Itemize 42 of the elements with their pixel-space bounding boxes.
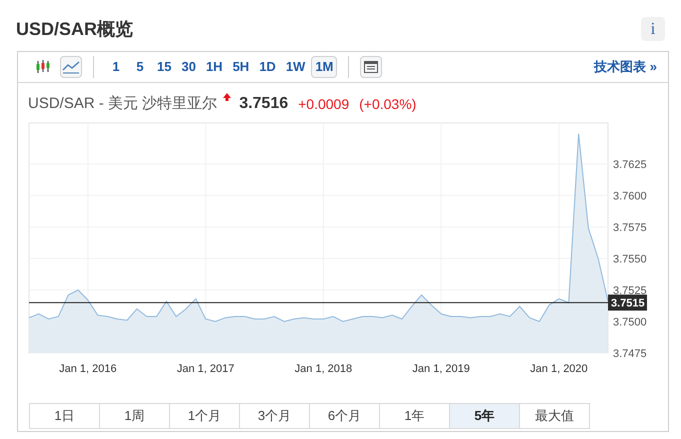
interval-button[interactable]: 5H bbox=[228, 56, 254, 78]
y-axis-label: 3.7550 bbox=[613, 253, 647, 266]
interval-button[interactable]: 1 bbox=[105, 56, 127, 78]
x-axis-label: Jan 1, 2018 bbox=[294, 363, 352, 375]
range-tab[interactable]: 1个月 bbox=[169, 403, 240, 429]
x-axis-label: Jan 1, 2017 bbox=[176, 363, 234, 375]
page-title: USD/SAR概览 bbox=[16, 18, 134, 40]
interval-button[interactable]: 15 bbox=[153, 56, 176, 78]
y-axis-label: 3.7575 bbox=[613, 222, 647, 234]
interval-button[interactable]: 1H bbox=[202, 56, 227, 78]
pair-name: USD/SAR - 美元 沙特里亚尔 bbox=[28, 94, 218, 114]
ref-line-label: 3.7515 bbox=[611, 298, 645, 310]
x-axis-label: Jan 1, 2016 bbox=[59, 363, 117, 375]
table-view-button[interactable] bbox=[360, 56, 382, 78]
range-tab[interactable]: 1周 bbox=[99, 403, 170, 429]
y-axis-label: 3.7625 bbox=[613, 158, 647, 171]
interval-button[interactable]: 30 bbox=[177, 56, 200, 78]
x-axis-label: Jan 1, 2020 bbox=[530, 363, 588, 375]
interval-button[interactable]: 1M bbox=[311, 56, 338, 78]
technical-chart-link[interactable]: 技术图表 » bbox=[594, 57, 657, 77]
table-icon bbox=[364, 61, 378, 73]
current-price-badge: 3.7515 bbox=[608, 294, 647, 311]
y-axis-label: 3.7500 bbox=[613, 316, 647, 328]
range-tab[interactable]: 1日 bbox=[29, 403, 100, 429]
y-axis-label: 3.7475 bbox=[613, 348, 647, 360]
interval-button[interactable]: 1W bbox=[282, 56, 310, 78]
y-axis-label: 3.7525 bbox=[613, 284, 647, 297]
line-chart-icon bbox=[62, 60, 80, 74]
range-tab[interactable]: 6个月 bbox=[309, 403, 380, 429]
range-tab[interactable]: 5年 bbox=[449, 403, 520, 429]
price-change: +0.0009 bbox=[298, 94, 350, 114]
range-tab[interactable]: 1年 bbox=[379, 403, 450, 429]
price-change-percent: (+0.03%) bbox=[359, 94, 416, 114]
price: 3.7516 bbox=[239, 94, 288, 114]
info-button[interactable]: i bbox=[641, 17, 665, 41]
range-tab[interactable]: 最大值 bbox=[519, 403, 590, 429]
x-axis-label: Jan 1, 2019 bbox=[412, 363, 470, 375]
y-axis-label: 3.7600 bbox=[613, 190, 647, 202]
interval-button[interactable]: 1D bbox=[255, 56, 280, 78]
range-tab[interactable]: 3个月 bbox=[239, 403, 310, 429]
interval-button[interactable]: 5 bbox=[129, 56, 151, 78]
candlestick-icon bbox=[35, 60, 51, 74]
